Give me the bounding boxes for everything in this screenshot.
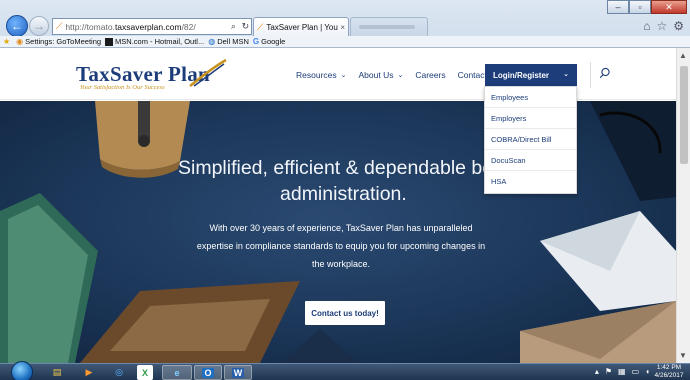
logo-tagline: Your Satisfaction Is Our Success — [80, 84, 165, 91]
start-button-icon[interactable] — [11, 361, 33, 380]
explorer-icon[interactable]: ▤ — [44, 365, 70, 380]
search-icon[interactable]: ⌕ — [231, 21, 236, 32]
back-arrow-icon: ← — [11, 19, 23, 33]
tab-favicon-icon: ⟋ — [257, 21, 264, 32]
dell-icon: ◍ — [208, 37, 216, 46]
logo-swoosh-icon — [189, 58, 227, 87]
taskbar-clock[interactable]: 1:42 PM 4/26/2017 — [652, 364, 686, 380]
hero-paragraph: With over 30 years of experience, TaxSav… — [196, 223, 486, 269]
web-page: TaxSaver Plan Your Satisfaction Is Our S… — [0, 48, 676, 363]
internet-explorer-icon[interactable]: e — [162, 365, 192, 380]
chevron-down-icon: ⌄ — [563, 71, 569, 78]
minimize-button[interactable]: – — [607, 0, 629, 14]
dropdown-item-cobra[interactable]: COBRA/Direct Bill — [485, 129, 576, 150]
home-icon[interactable]: ⌂ — [643, 19, 650, 33]
main-nav: Resources ⌄ About Us ⌄ Careers Contact Us — [296, 70, 512, 80]
back-button[interactable]: ← — [6, 15, 28, 37]
site-logo[interactable]: TaxSaver Plan Your Satisfaction Is Our S… — [76, 58, 227, 98]
hero-heading-line2: administration. — [280, 183, 407, 205]
page-scrollbar[interactable]: ▲ ▼ — [676, 48, 690, 363]
dropdown-item-employees[interactable]: Employees — [485, 87, 576, 108]
forward-arrow-icon: → — [33, 19, 45, 33]
outlook-web-icon[interactable]: ◎ — [106, 365, 132, 380]
tab-new[interactable] — [350, 17, 428, 36]
flag-icon[interactable]: ⚑ — [605, 367, 612, 376]
gear-icon[interactable]: ⚙ — [673, 19, 684, 33]
system-tray: ▴ ⚑ ▦ ▭ ◖ — [595, 367, 650, 376]
scroll-up-icon[interactable]: ▲ — [679, 51, 687, 60]
nav-divider — [590, 62, 591, 88]
network-icon[interactable]: ▦ — [618, 367, 626, 376]
window-controls: – ▫ ✕ — [607, 0, 687, 14]
login-dropdown-menu: Employees Employers COBRA/Direct Bill Do… — [484, 86, 577, 194]
favorites-star-icon[interactable]: ★ — [3, 37, 12, 46]
scroll-down-icon[interactable]: ▼ — [679, 351, 687, 360]
address-bar[interactable]: ⟋ http://tomato.taxsaverplan.com/82/ — [52, 18, 252, 35]
tab-close-icon[interactable]: × — [340, 23, 345, 32]
star-icon[interactable]: ☆ — [656, 19, 667, 33]
login-register-button[interactable]: Login/Register ⌄ — [485, 64, 577, 86]
nav-resources[interactable]: Resources ⌄ — [296, 70, 347, 80]
new-tab-placeholder — [359, 25, 415, 29]
chevron-down-icon: ⌄ — [340, 72, 347, 79]
browser-chrome: – ▫ ✕ ← → ⟋ http://tomato.taxsaverplan.c… — [0, 0, 690, 48]
scroll-thumb[interactable] — [680, 66, 688, 164]
media-player-icon[interactable]: ▶ — [76, 365, 102, 380]
word-icon[interactable]: W — [224, 365, 252, 380]
tab-taxsaver[interactable]: ⟋ TaxSaver Plan | Your satisfa... × — [253, 17, 349, 36]
site-favicon-icon: ⟋ — [56, 21, 63, 31]
dropdown-item-docuscan[interactable]: DocuScan — [485, 150, 576, 171]
volume-icon[interactable]: ◖ — [645, 367, 650, 376]
tray-up-arrow-icon[interactable]: ▴ — [595, 367, 599, 376]
dropdown-item-employers[interactable]: Employers — [485, 108, 576, 129]
favorite-item[interactable]: MSN.com - Hotmail, Outl... — [105, 37, 204, 46]
address-tools: ⌕ ↻ — [228, 18, 252, 35]
nav-careers[interactable]: Careers — [415, 70, 445, 80]
favorite-item[interactable]: G Google — [253, 37, 285, 46]
nav-about-us[interactable]: About Us ⌄ — [359, 70, 404, 80]
browser-tools: ⌂ ☆ ⚙ — [643, 19, 684, 33]
excel-icon[interactable]: X — [137, 365, 153, 380]
refresh-icon[interactable]: ↻ — [242, 21, 250, 32]
monitor-icon[interactable]: ▭ — [632, 367, 640, 376]
outlook-icon[interactable]: O — [194, 365, 222, 380]
chevron-down-icon: ⌄ — [397, 72, 404, 79]
tab-title: TaxSaver Plan | Your satisfa... — [266, 22, 338, 32]
maximize-button[interactable]: ▫ — [629, 0, 651, 14]
contact-us-button[interactable]: Contact us today! — [305, 301, 385, 325]
settings-icon: ◉ — [16, 37, 24, 46]
favorite-item[interactable]: ◉ Settings: GoToMeeting — [16, 37, 101, 46]
windows-taskbar: ▤ ▶ ◎ X e O W ▴ ⚑ ▦ ▭ ◖ 1:42 PM 4/26/201… — [0, 361, 690, 380]
navigation-row: ← → ⟋ http://tomato.taxsaverplan.com/82/… — [0, 14, 690, 37]
google-icon: G — [252, 37, 260, 46]
search-icon[interactable] — [599, 67, 611, 79]
favorite-item[interactable]: ◍ Dell MSN — [208, 37, 249, 46]
address-url: http://tomato.taxsaverplan.com/82/ — [65, 21, 196, 32]
favorites-bar: ★ ◉ Settings: GoToMeeting MSN.com - Hotma… — [0, 36, 690, 48]
dropdown-item-hsa[interactable]: HSA — [485, 171, 576, 192]
forward-button[interactable]: → — [29, 16, 49, 36]
close-window-button[interactable]: ✕ — [651, 0, 687, 14]
msn-icon — [105, 37, 114, 46]
